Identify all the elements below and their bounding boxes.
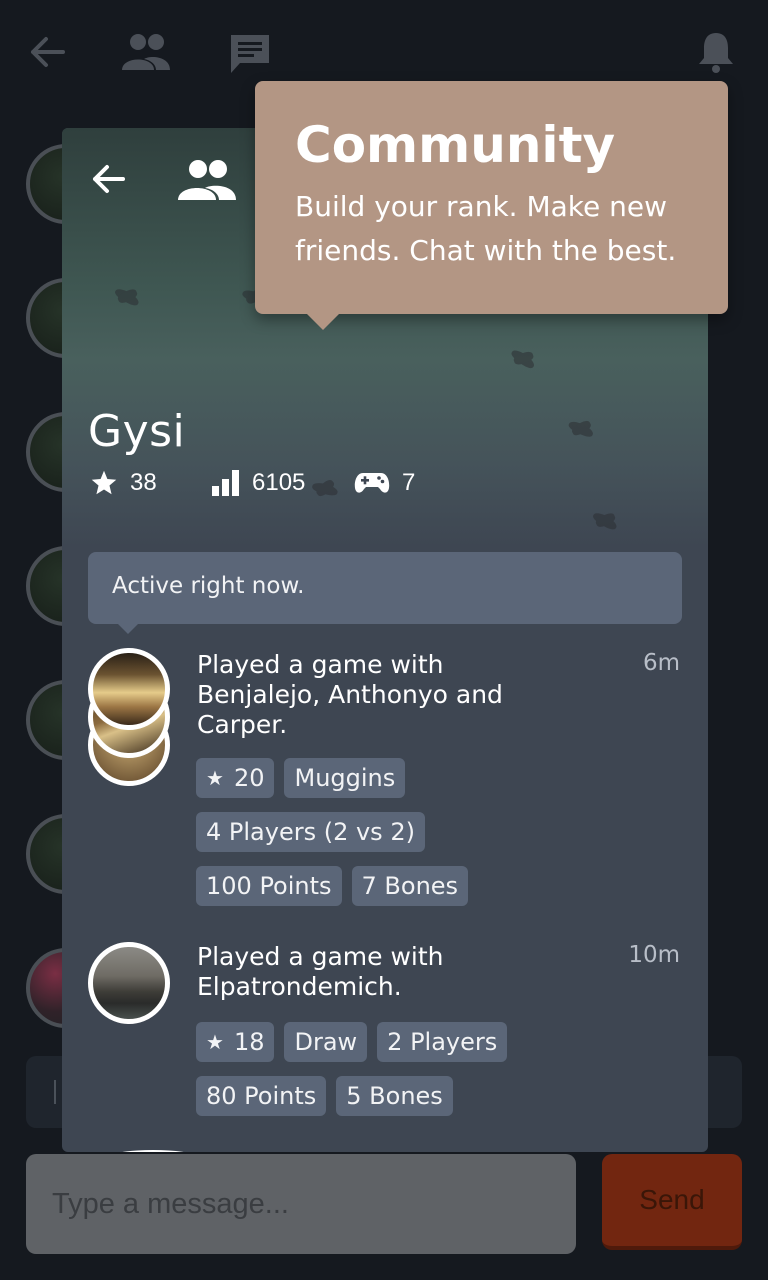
mode-chip: Muggins (284, 758, 406, 798)
tooltip-title: Community (295, 116, 616, 174)
avatar (88, 942, 170, 1024)
status-message: Active right now. (88, 552, 682, 634)
stars-stat: 38 (90, 466, 157, 500)
star-icon: ★ (206, 1030, 224, 1054)
avatar (88, 648, 170, 730)
activity-text: Played a game with Benjalejo, Anthonyo a… (197, 650, 503, 739)
star-icon (91, 470, 117, 495)
activity-time: 10m (628, 942, 680, 968)
bird-decoration (311, 480, 339, 498)
profile-name: Gysi (88, 406, 186, 457)
bar-chart-icon (212, 470, 239, 496)
chip-label: 18 (233, 1028, 265, 1056)
people-icon[interactable] (176, 158, 238, 207)
activity-time: 6m (642, 650, 680, 676)
avatar (112, 1150, 194, 1152)
back-arrow-icon[interactable] (30, 36, 66, 73)
star-icon: ★ (206, 766, 224, 790)
onboarding-tooltip[interactable]: Community Build your rank. Make new frie… (255, 81, 728, 330)
points-chip: 100 Points (196, 866, 342, 906)
people-icon[interactable] (120, 32, 172, 77)
points-chip: 80 Points (196, 1076, 327, 1116)
mode-chip: Draw (284, 1022, 368, 1062)
message-input[interactable] (26, 1154, 576, 1254)
players-chip: 4 Players (2 vs 2) (196, 812, 425, 852)
bird-decoration (567, 418, 595, 440)
bird-decoration (509, 347, 537, 371)
stars-chip: ★ 18 (196, 1022, 275, 1062)
games-value: 7 (402, 469, 416, 496)
bell-icon[interactable] (696, 30, 736, 79)
bird-decoration (591, 510, 619, 532)
stars-value: 38 (130, 469, 157, 496)
stars-chip: ★ 20 (196, 758, 275, 798)
bones-chip: 5 Bones (336, 1076, 453, 1116)
chip-label: 20 (233, 764, 265, 792)
rank-value: 6105 (252, 469, 306, 496)
bird-decoration (113, 286, 141, 308)
activity-text: Played a game with Elpatrondemich. (197, 942, 444, 1001)
back-arrow-icon[interactable] (92, 164, 126, 199)
gamepad-icon (354, 473, 390, 493)
rank-stat: 6105 (212, 466, 305, 500)
game-tags: ★ 18 Draw 2 Players 80 Points 5 Bones (196, 1022, 656, 1130)
chat-icon[interactable] (228, 32, 272, 81)
game-tags: ★ 20 Muggins 4 Players (2 vs 2) 100 Point… (196, 758, 656, 920)
send-button[interactable]: Send (602, 1154, 742, 1250)
players-chip: 2 Players (377, 1022, 508, 1062)
bones-chip: 7 Bones (351, 866, 469, 906)
games-stat: 7 (354, 466, 415, 500)
tooltip-body: Build your rank. Make new friends. Chat … (295, 190, 677, 267)
